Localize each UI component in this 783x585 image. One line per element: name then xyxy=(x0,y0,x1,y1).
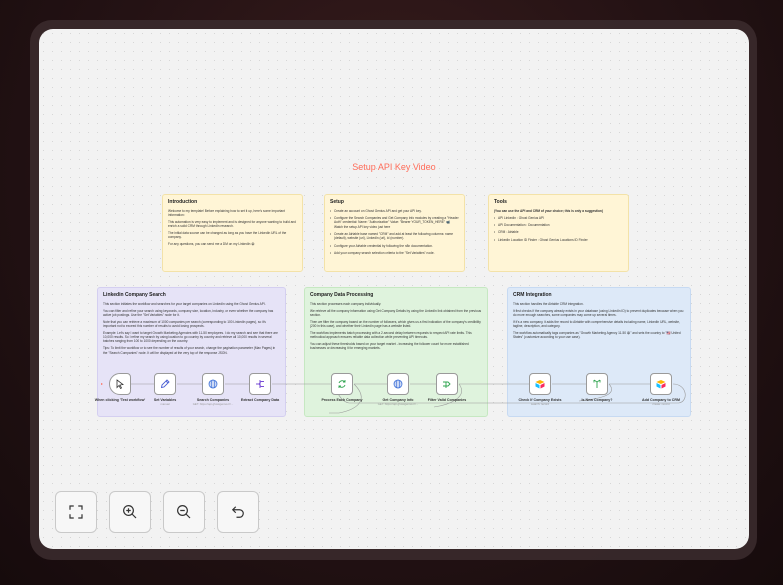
split-icon xyxy=(256,380,264,388)
pencil-icon xyxy=(160,379,170,389)
node-add-company-to-crm[interactable] xyxy=(650,373,672,395)
note-heading: Introduction xyxy=(168,199,198,205)
globe-icon xyxy=(393,379,403,389)
note-list-item: Create an Airtable base named "CRM" and … xyxy=(330,232,459,241)
node-process-each-company[interactable] xyxy=(331,373,353,395)
note-list-item: Configure the Search Companies and Get C… xyxy=(330,216,459,229)
note-text: Tips: To limit the workflow or to see th… xyxy=(103,346,276,355)
node-subtitle: GET: https://api.ghostgenius.fr/... xyxy=(192,402,234,406)
note-list-item: Create an account on Ghost Genius API an… xyxy=(330,209,459,214)
sticky-note-setup[interactable]: Setup Create an account on Ghost Genius … xyxy=(324,194,465,272)
node-extract-company-data[interactable] xyxy=(249,373,271,395)
node-subtitle: create: record xyxy=(652,402,670,406)
note-list-item: API Documentation : Documentation xyxy=(494,223,623,228)
canvas-title-link[interactable]: Setup API Key Video xyxy=(39,162,749,172)
sticky-note-introduction[interactable]: Introduction Welcome to my template! Bef… xyxy=(162,194,303,272)
note-text: You can adjust these thresholds based on… xyxy=(310,341,469,351)
node-label: Is New Company? xyxy=(581,398,613,402)
note-text: You can filter and refine your search us… xyxy=(103,308,274,317)
undo-button[interactable] xyxy=(217,491,259,533)
fit-view-icon xyxy=(69,505,83,519)
node-label: Extract Company Data xyxy=(240,398,280,402)
note-text: If it's a new company, it adds the recor… xyxy=(513,319,680,328)
note-heading: Linkedin Company Search xyxy=(103,292,166,298)
note-subtitle: (You can use the API and CRM of your cho… xyxy=(494,208,603,213)
node-label: Process Each Company xyxy=(321,398,363,402)
if-icon xyxy=(593,379,601,388)
node-subtitle: search: record xyxy=(531,402,549,406)
zoom-in-icon xyxy=(123,505,137,519)
fit-view-button[interactable] xyxy=(55,491,97,533)
note-list-item: Add your company search selection criter… xyxy=(330,251,459,256)
note-heading: CRM Integration xyxy=(513,292,552,298)
cursor-icon xyxy=(116,379,124,390)
workflow-canvas[interactable]: Setup API Key Video Introduction Welcome… xyxy=(39,29,749,549)
airtable-icon xyxy=(656,380,666,389)
filter-icon xyxy=(443,381,451,388)
node-check-company-exists[interactable] xyxy=(529,373,551,395)
node-search-companies[interactable] xyxy=(202,373,224,395)
zoom-out-button[interactable] xyxy=(163,491,205,533)
note-text: Then we filter the company based on the … xyxy=(310,319,481,328)
note-text: Note that you can retrieve a maximum of … xyxy=(103,319,266,328)
undo-icon xyxy=(231,506,244,518)
note-heading: Setup xyxy=(330,199,344,205)
note-text: The workflow implements batch processing… xyxy=(310,330,472,340)
node-subtitle: GET: https://api.ghostgenius.fr/... xyxy=(377,402,419,406)
note-text: The workflow automatically tags companie… xyxy=(513,330,681,340)
note-text: It first checks if the company already e… xyxy=(513,308,684,317)
note-text: Example: Let's say I want to target Grow… xyxy=(103,330,278,344)
note-text: The initial data source can be changed a… xyxy=(168,231,287,240)
zoom-out-icon xyxy=(177,505,191,519)
node-is-new-company[interactable] xyxy=(586,373,608,395)
globe-icon xyxy=(208,379,218,389)
note-list-item: Configure your Airtable credential by fo… xyxy=(330,244,459,249)
note-list-item: API LinkedIn : Ghost Genius API xyxy=(494,216,623,221)
note-text: This section handles the Airtable CRM in… xyxy=(513,301,584,306)
note-list-item: CRM : Airtable xyxy=(494,230,623,235)
zoom-in-button[interactable] xyxy=(109,491,151,533)
node-label: Filter Valid Companies xyxy=(427,398,467,402)
note-list-item: LinkedIn Location ID Finder : Ghost Geni… xyxy=(494,238,623,243)
node-get-company-info[interactable] xyxy=(387,373,409,395)
note-text: This section processes each company indi… xyxy=(310,301,382,306)
note-heading: Tools xyxy=(494,199,507,205)
note-text: This section initiates the workflow and … xyxy=(103,301,266,306)
note-text: We retrieve all the company information … xyxy=(310,308,482,317)
loop-icon xyxy=(338,380,346,388)
node-set-variables[interactable] xyxy=(154,373,176,395)
note-heading: Company Data Processing xyxy=(310,292,374,298)
note-text: Welcome to my template! Before explainin… xyxy=(168,208,285,218)
note-text: This automation is very easy to implemen… xyxy=(168,219,296,229)
node-filter-valid-companies[interactable] xyxy=(436,373,458,395)
airtable-icon xyxy=(535,380,545,389)
note-text: For any questions, you can send me a DM … xyxy=(168,242,255,247)
sticky-note-tools[interactable]: Tools (You can use the API and CRM of yo… xyxy=(488,194,629,272)
node-manual-trigger[interactable] xyxy=(109,373,131,395)
